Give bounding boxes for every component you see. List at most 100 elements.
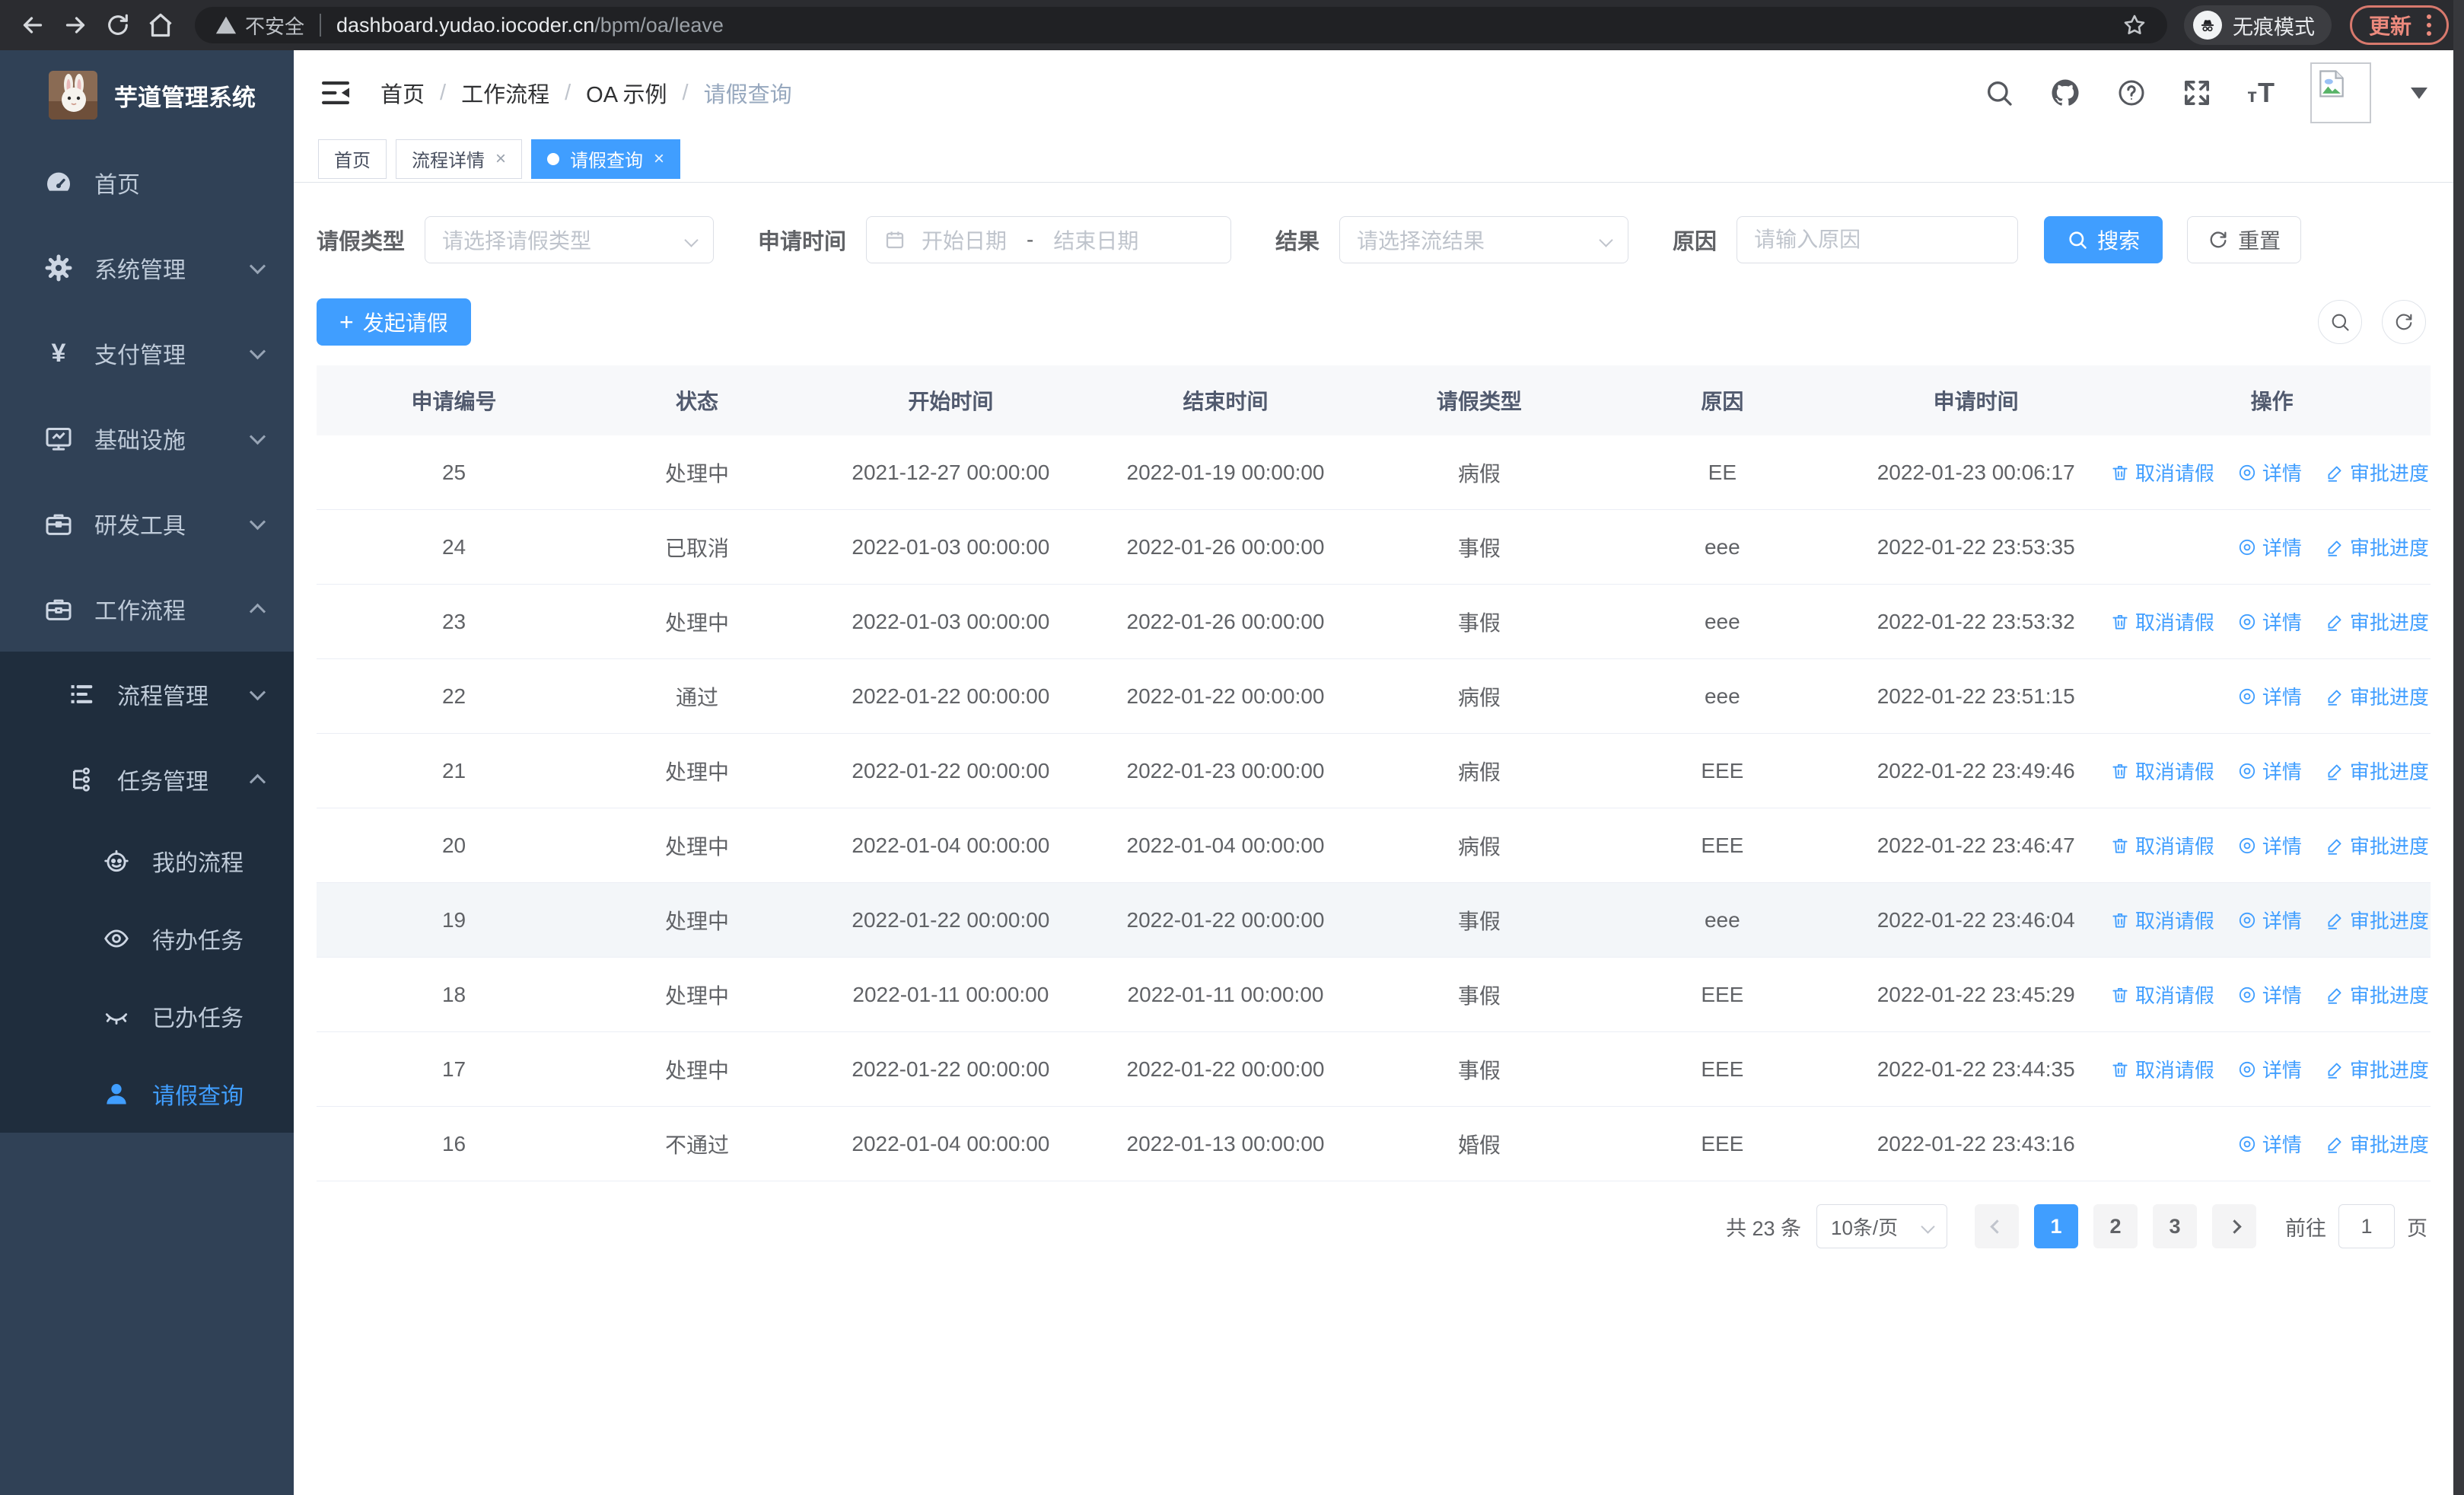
browser-menu-icon[interactable] (2424, 11, 2434, 39)
reload-icon[interactable] (100, 8, 135, 43)
detail-link[interactable]: 详情 (2237, 607, 2302, 636)
sidebar-item-label: 研发工具 (94, 514, 186, 539)
close-icon[interactable]: × (654, 148, 664, 170)
sidebar-fold-icon[interactable] (320, 77, 352, 109)
font-size-icon[interactable]: тT (2247, 77, 2275, 109)
table-row: 17 处理中 2022-01-22 00:00:00 2022-01-22 00:00… (317, 1032, 2431, 1107)
reset-button[interactable]: 重置 (2187, 216, 2302, 263)
cell-type: 事假 (1457, 909, 1501, 933)
cell-end: 2022-01-26 00:00:00 (1126, 609, 1325, 633)
progress-link[interactable]: 审批进度 (2325, 906, 2429, 934)
incognito-icon (2192, 11, 2222, 40)
eye-icon (100, 924, 132, 953)
date-range-picker[interactable]: 开始日期 - 结束日期 (866, 216, 1232, 263)
cell-actions: 取消请假 详情 审批进度 (2110, 458, 2431, 486)
page-button-2[interactable]: 2 (2093, 1204, 2138, 1248)
detail-link[interactable]: 详情 (2237, 458, 2302, 486)
cell-id: 25 (441, 460, 466, 484)
sidebar-item-done-tasks[interactable]: 已办任务 (0, 977, 294, 1055)
detail-link[interactable]: 详情 (2237, 533, 2302, 561)
create-leave-button[interactable]: + 发起请假 (317, 298, 471, 346)
home-icon[interactable] (143, 8, 178, 43)
progress-link[interactable]: 审批进度 (2325, 1055, 2429, 1083)
result-select[interactable]: 请选择流结果 (1339, 216, 1629, 263)
progress-link[interactable]: 审批进度 (2325, 533, 2429, 561)
sidebar-item-leave-query[interactable]: 请假查询 (0, 1055, 294, 1133)
sidebar-item-payment[interactable]: ¥ 支付管理 (0, 311, 294, 396)
reason-input[interactable] (1737, 216, 2019, 263)
cell-actions: 取消请假 详情 审批进度 (2110, 757, 2431, 785)
cancel-leave-link[interactable]: 取消请假 (2110, 906, 2214, 934)
progress-link[interactable]: 审批进度 (2325, 831, 2429, 859)
cancel-leave-link[interactable]: 取消请假 (2110, 607, 2214, 636)
update-button[interactable]: 更新 (2349, 5, 2449, 45)
browser-scrollbar[interactable] (2453, 0, 2464, 1495)
search-icon[interactable] (1984, 78, 2014, 108)
progress-link[interactable]: 审批进度 (2325, 682, 2429, 710)
cancel-leave-link[interactable]: 取消请假 (2110, 1055, 2214, 1083)
tag-leave-query[interactable]: 请假查询 × (531, 139, 681, 179)
page-button-1[interactable]: 1 (2034, 1204, 2078, 1248)
chevron-down-icon (1599, 232, 1613, 247)
cell-end: 2022-01-22 00:00:00 (1126, 1057, 1325, 1081)
cell-type: 病假 (1457, 685, 1501, 709)
close-icon[interactable]: × (495, 148, 506, 170)
cell-start: 2022-01-22 00:00:00 (852, 1057, 1050, 1081)
chevron-down-icon (249, 513, 266, 530)
tag-home[interactable]: 首页 (318, 139, 387, 179)
progress-link[interactable]: 审批进度 (2325, 980, 2429, 1009)
back-icon[interactable] (15, 8, 50, 43)
avatar[interactable] (2310, 62, 2371, 123)
cancel-leave-link[interactable]: 取消请假 (2110, 757, 2214, 785)
cancel-leave-link[interactable]: 取消请假 (2110, 831, 2214, 859)
cancel-leave-link[interactable]: 取消请假 (2110, 980, 2214, 1009)
detail-link[interactable]: 详情 (2237, 1055, 2302, 1083)
sidebar-item-system[interactable]: 系统管理 (0, 225, 294, 311)
bookmark-star-icon[interactable] (2122, 12, 2147, 38)
detail-link[interactable]: 详情 (2237, 980, 2302, 1009)
tag-process-detail[interactable]: 流程详情 × (396, 139, 523, 179)
goto-page-input[interactable] (2338, 1204, 2395, 1248)
progress-link[interactable]: 审批进度 (2325, 607, 2429, 636)
column-header: 原因 (1701, 390, 1744, 413)
cancel-leave-link[interactable]: 取消请假 (2110, 458, 2214, 486)
refresh-button[interactable] (2382, 300, 2426, 344)
url-bar[interactable]: 不安全 dashboard.yudao.iocoder.cn/bpm/oa/le… (195, 7, 2167, 43)
sidebar-item-label: 系统管理 (94, 258, 186, 283)
progress-link[interactable]: 审批进度 (2325, 757, 2429, 785)
table-row: 21 处理中 2022-01-22 00:00:00 2022-01-23 00:00… (317, 734, 2431, 808)
page-button-3[interactable]: 3 (2153, 1204, 2197, 1248)
sidebar-item-workflow[interactable]: 工作流程 (0, 566, 294, 652)
next-page-button[interactable] (2212, 1204, 2256, 1248)
cell-applied: 2022-01-22 23:43:16 (1877, 1131, 2075, 1156)
sidebar-item-task-mgmt[interactable]: 任务管理 (0, 737, 294, 822)
sidebar-item-process-mgmt[interactable]: 流程管理 (0, 652, 294, 737)
search-button[interactable]: 搜索 (2044, 216, 2163, 263)
sidebar-item-todo-tasks[interactable]: 待办任务 (0, 900, 294, 977)
leave-type-select[interactable]: 请选择请假类型 (425, 216, 715, 263)
prev-page-button[interactable] (1975, 1204, 2019, 1248)
detail-link[interactable]: 详情 (2237, 906, 2302, 934)
show-search-button[interactable] (2318, 300, 2362, 344)
page-size-select[interactable]: 10条/页 (1816, 1204, 1947, 1248)
avatar-caret-icon[interactable] (2411, 87, 2427, 99)
sidebar-item-my-process[interactable]: 我的流程 (0, 822, 294, 900)
progress-link[interactable]: 审批进度 (2325, 1130, 2429, 1158)
sidebar-item-home[interactable]: 首页 (0, 140, 294, 225)
github-icon[interactable] (2049, 77, 2081, 109)
sidebar-item-devtools[interactable]: 研发工具 (0, 481, 294, 566)
detail-link[interactable]: 详情 (2237, 682, 2302, 710)
detail-link[interactable]: 详情 (2237, 757, 2302, 785)
progress-link[interactable]: 审批进度 (2325, 458, 2429, 486)
forward-icon[interactable] (58, 8, 93, 43)
detail-link[interactable]: 详情 (2237, 831, 2302, 859)
breadcrumb-item[interactable]: 工作流程 (461, 77, 549, 109)
breadcrumb-item[interactable]: 首页 (380, 77, 425, 109)
breadcrumb-item[interactable]: OA 示例 (586, 77, 667, 109)
detail-link[interactable]: 详情 (2237, 1130, 2302, 1158)
cell-start: 2022-01-03 00:00:00 (852, 609, 1050, 633)
sidebar-item-infra[interactable]: 基础设施 (0, 396, 294, 481)
cell-reason: EEE (1701, 982, 1744, 1006)
fullscreen-icon[interactable] (2182, 78, 2212, 108)
help-icon[interactable] (2116, 78, 2147, 108)
